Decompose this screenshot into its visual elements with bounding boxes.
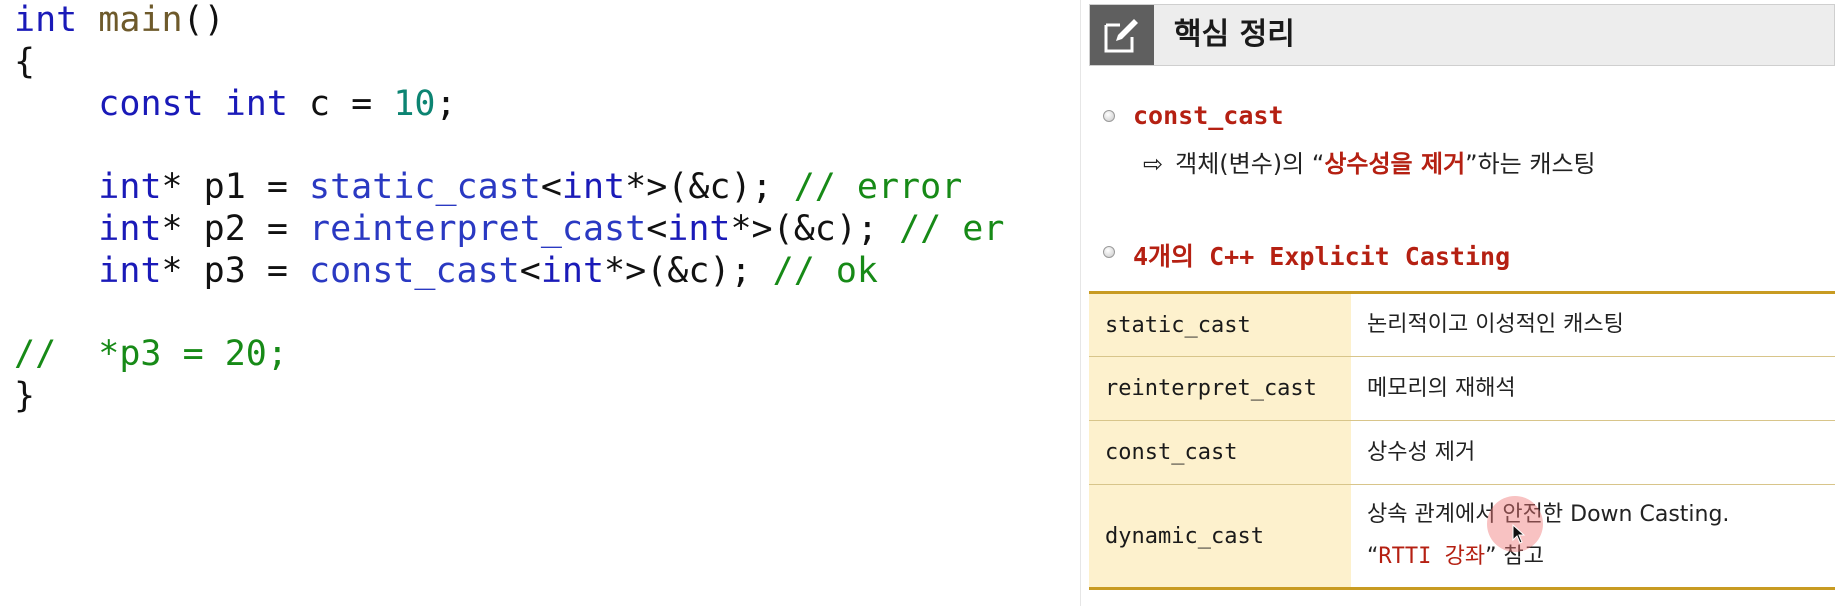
desc-text: ”하는 캐스팅 [1465, 150, 1596, 178]
table-row: dynamic_cast 상속 관계에서 안전한 Down Casting. “… [1089, 484, 1835, 589]
table-value-line: “RTTI 강좌” 참고 [1367, 536, 1819, 578]
code-keyword: int [561, 167, 626, 207]
code-cast-keyword: static_cast [309, 167, 541, 207]
code-text: *>(&c); [730, 209, 900, 249]
code-keyword: int [14, 0, 78, 40]
table-value-cell: 메모리의 재해석 [1351, 356, 1835, 421]
summary-panel: 핵심 정리 const_cast ⇨ 객체(변수)의 “상수성을 제거”하는 캐스… [1080, 0, 1846, 606]
table-key-cell: reinterpret_cast [1089, 356, 1351, 421]
desc-highlight: 상수성을 제거 [1324, 150, 1466, 178]
table-key-cell: dynamic_cast [1089, 484, 1351, 589]
code-text: *>(&c); [625, 167, 794, 207]
code-line-2: { [14, 38, 35, 86]
code-line-10: } [14, 372, 35, 420]
code-comment: // er [899, 209, 1005, 249]
panel-header: 핵심 정리 [1089, 4, 1835, 66]
code-comment: // ok [772, 251, 878, 291]
code-text: * p1 = [161, 167, 310, 207]
code-text: { [14, 42, 36, 82]
section-title-const-cast: const_cast [1133, 101, 1284, 130]
table-value-line: 상속 관계에서 안전한 Down Casting. [1367, 502, 1730, 527]
code-keyword: int [98, 251, 162, 291]
code-text: < [519, 251, 541, 291]
panel-title: 핵심 정리 [1174, 17, 1295, 52]
table-row: static_cast 논리적이고 이성적인 캐스팅 [1089, 292, 1835, 357]
code-line-1: int main() [14, 0, 225, 44]
rtti-lecture-link[interactable]: RTTI 강좌 [1378, 544, 1485, 569]
code-line-3: const int c = 10; [14, 80, 457, 128]
code-keyword: int [98, 167, 162, 207]
table-row: const_cast 상수성 제거 [1089, 420, 1835, 485]
code-keyword: int [98, 209, 162, 249]
table-key-cell: const_cast [1089, 420, 1351, 485]
code-text: * p3 = [161, 251, 310, 291]
code-line-6: int* p2 = reinterpret_cast<int*>(&c); //… [14, 205, 1004, 253]
table-key-cell: static_cast [1089, 292, 1351, 357]
code-line-5: int* p1 = static_cast<int*>(&c); // erro… [14, 163, 962, 211]
code-cast-keyword: const_cast [309, 251, 520, 291]
desc-text: 객체(변수)의 “ [1175, 150, 1325, 178]
casting-table: static_cast 논리적이고 이성적인 캐스팅 reinterpret_c… [1089, 291, 1835, 590]
code-line-7: int* p3 = const_cast<int*>(&c); // ok [14, 247, 878, 295]
table-value-cell: 상속 관계에서 안전한 Down Casting. “RTTI 강좌” 참고 [1351, 484, 1835, 589]
table-value-cell: 논리적이고 이성적인 캐스팅 [1351, 292, 1835, 357]
bullet-icon [1103, 110, 1115, 122]
code-keyword: int [667, 209, 731, 249]
arrow-right-icon: ⇨ [1143, 150, 1164, 178]
quote-open: “ [1367, 544, 1379, 569]
code-text: * p2 = [161, 209, 310, 249]
code-text: } [14, 376, 36, 416]
code-comment: // error [793, 167, 963, 207]
mouse-cursor-icon [1512, 524, 1526, 544]
code-keyword: int [540, 251, 605, 291]
code-keyword: const [98, 84, 204, 124]
code-keyword: int [224, 84, 288, 124]
section-title-explicit-casting: 4개의 C++ Explicit Casting [1133, 242, 1511, 271]
lecture-screen: int main() { const int c = 10; int* p1 =… [0, 0, 1846, 606]
code-text: < [540, 167, 562, 207]
table-row: reinterpret_cast 메모리의 재해석 [1089, 356, 1835, 421]
code-line-9: // *p3 = 20; [14, 330, 288, 378]
code-text: < [646, 209, 668, 249]
code-number: 10 [393, 84, 436, 124]
bullet-icon [1103, 246, 1115, 258]
edit-icon [1090, 5, 1154, 65]
section-description: ⇨ 객체(변수)의 “상수성을 제거”하는 캐스팅 [1143, 144, 1596, 179]
code-function-name: main [98, 0, 183, 40]
code-editor[interactable]: int main() { const int c = 10; int* p1 =… [0, 0, 1080, 606]
code-text: () [182, 0, 225, 40]
code-text: ; [435, 84, 457, 124]
table-value-cell: 상수성 제거 [1351, 420, 1835, 485]
code-cast-keyword: reinterpret_cast [309, 209, 647, 249]
code-comment: // *p3 = 20; [14, 334, 288, 374]
code-text: c = [287, 84, 394, 124]
code-text: *>(&c); [604, 251, 773, 291]
